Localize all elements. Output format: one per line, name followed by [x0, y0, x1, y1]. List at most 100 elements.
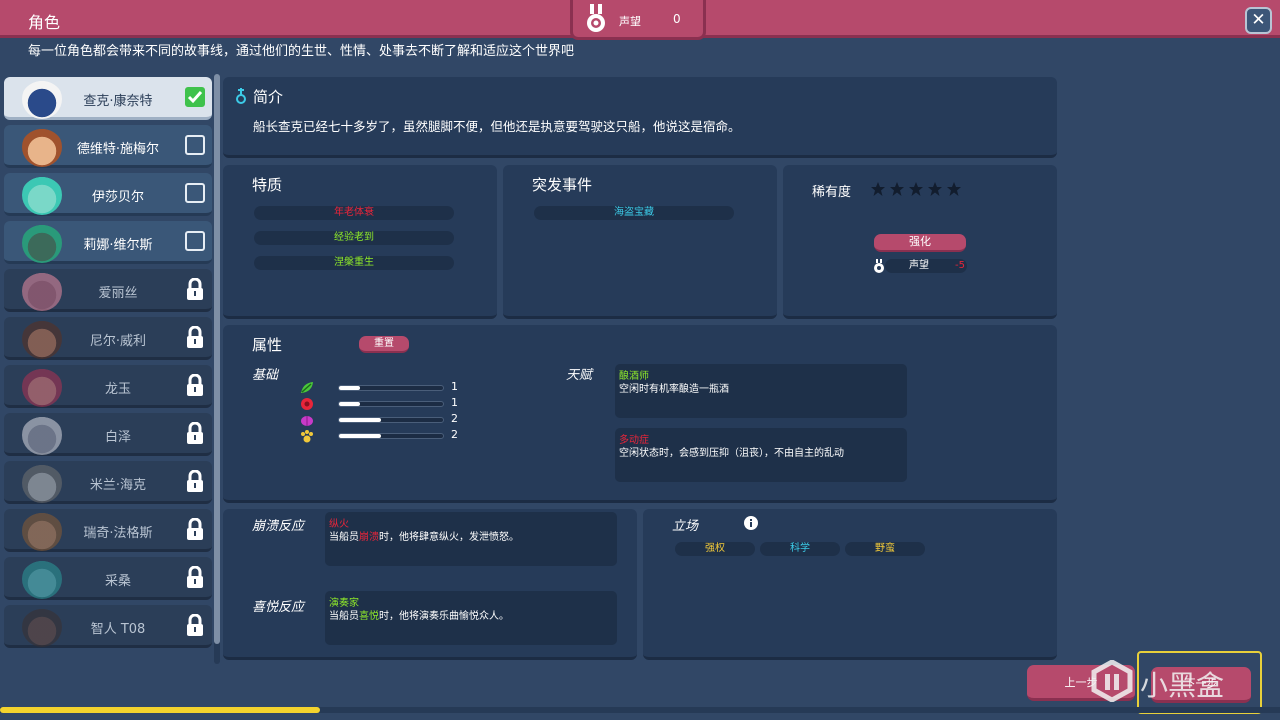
character-avatar	[22, 319, 62, 359]
character-list-scrollbar[interactable]	[214, 74, 220, 664]
upgrade-button[interactable]: 强化	[874, 234, 966, 252]
watermark-text: 小黑盒	[1140, 669, 1225, 702]
character-name: 米兰·海克	[89, 478, 147, 493]
stat-row: 2	[296, 412, 476, 427]
stance-pill[interactable]: 野蛮	[845, 542, 925, 556]
rarity-star-icon	[890, 182, 904, 196]
character-name: 智人 T08	[90, 622, 146, 637]
character-name: 伊莎贝尔	[91, 190, 144, 205]
character-item[interactable]: 爱丽丝	[4, 269, 212, 312]
close-button[interactable]: ✕	[1245, 7, 1272, 34]
upgrade-cost-label: 声望	[909, 260, 929, 271]
stat-value: 1	[451, 396, 458, 409]
events-title: 突发事件	[532, 176, 593, 194]
character-avatar	[22, 79, 62, 119]
character-item[interactable]: 莉娜·维尔斯	[4, 221, 212, 264]
stat-value: 1	[451, 380, 458, 393]
stat-bar-fill	[339, 386, 360, 390]
rarity-star-icon	[909, 182, 923, 196]
character-name: 爱丽丝	[98, 286, 138, 301]
character-name: 龙玉	[104, 382, 131, 397]
rarity-star-icon	[871, 182, 885, 196]
character-item[interactable]: 查克·康奈特	[4, 77, 212, 120]
scrollbar-thumb[interactable]	[214, 74, 220, 644]
event-pill[interactable]: 海盗宝藏	[534, 206, 734, 220]
stat-bar-fill	[339, 434, 381, 438]
character-item[interactable]: 智人 T08	[4, 605, 212, 648]
character-name: 莉娜·维尔斯	[83, 238, 153, 253]
character-checkbox[interactable]	[185, 231, 205, 251]
stat-value: 2	[451, 428, 458, 441]
character-item[interactable]: 米兰·海克	[4, 461, 212, 504]
reputation-value: 0	[673, 12, 681, 26]
lock-icon	[187, 326, 203, 348]
stat-row: 1	[296, 380, 476, 395]
trait-pill[interactable]: 经验老到	[254, 231, 454, 245]
traits-panel: 特质 年老体衰 经验老到 涅槃重生	[223, 165, 497, 319]
upgrade-cost: 声望 -5	[885, 259, 967, 273]
lock-icon	[187, 422, 203, 444]
joy-keyword: 喜悦	[359, 611, 379, 622]
talent-card[interactable]: 酿酒师 空闲时有机率酿造一瓶酒	[615, 364, 907, 418]
character-item[interactable]: 龙玉	[4, 365, 212, 408]
watermark-logo: 小黑盒	[1088, 658, 1248, 704]
character-avatar	[22, 559, 62, 599]
character-item[interactable]: 伊莎贝尔	[4, 173, 212, 216]
stat-row: 2	[296, 428, 476, 443]
character-item[interactable]: 采桑	[4, 557, 212, 600]
intro-title: 简介	[253, 88, 284, 106]
medal-icon	[874, 259, 884, 273]
character-avatar	[22, 463, 62, 503]
stat-row: 1	[296, 396, 476, 411]
character-checkbox[interactable]	[185, 135, 205, 155]
reset-label: 重置	[374, 338, 394, 349]
character-avatar	[22, 511, 62, 551]
stance-panel: 立场 强权 科学 野蛮	[643, 509, 1057, 660]
close-icon: ✕	[1251, 10, 1266, 30]
attributes-panel: 属性 重置 基础 天赋 1 1 2 2 酿酒师 空闲时有机率酿造一瓶酒 多动症 空闲状态时，…	[223, 325, 1057, 503]
stance-pill[interactable]: 强权	[675, 542, 755, 556]
stat-value: 2	[451, 412, 458, 425]
breakdown-label: 崩溃反应	[252, 519, 305, 534]
watermark-icon	[1091, 660, 1133, 702]
character-item[interactable]: 尼尔·威利	[4, 317, 212, 360]
breakdown-card: 纵火 当船员崩溃时，他将肆意纵火，发泄愤怒。	[325, 512, 617, 566]
talent-card[interactable]: 多动症 空闲状态时，会感到压抑（沮丧），不由自主的乱动	[615, 428, 907, 482]
lock-icon	[187, 614, 203, 636]
medal-icon	[587, 4, 605, 32]
stat-bar	[338, 417, 444, 423]
talent-desc: 空闲时有机率酿造一瓶酒	[619, 384, 729, 395]
loading-progress	[0, 707, 1280, 713]
trait-pill[interactable]: 涅槃重生	[254, 256, 454, 270]
character-checkbox[interactable]	[185, 183, 205, 203]
info-icon[interactable]	[744, 516, 758, 530]
joy-desc: 当船员喜悦时，他将演奏乐曲愉悦众人。	[329, 607, 509, 622]
subtitle: 每一位角色都会带来不同的故事线，通过他们的生世、性情、处事去不断了解和适应这个世…	[28, 44, 575, 59]
character-name: 查克·康奈特	[83, 94, 153, 109]
breakdown-desc-post: 时，他将肆意纵火，发泄愤怒。	[379, 532, 519, 543]
lock-icon	[187, 518, 203, 540]
character-name: 采桑	[104, 574, 131, 589]
info-drop-icon	[236, 88, 246, 104]
joy-label: 喜悦反应	[252, 600, 305, 615]
attributes-title: 属性	[252, 336, 283, 354]
check-icon	[187, 91, 203, 104]
stance-title: 立场	[672, 519, 699, 534]
joy-desc-pre: 当船员	[329, 611, 359, 622]
reset-button[interactable]: 重置	[359, 336, 409, 353]
character-checkbox[interactable]	[185, 87, 205, 107]
rarity-panel: 稀有度 强化 声望 -5	[783, 165, 1057, 319]
reactions-panel: 崩溃反应 纵火 当船员崩溃时，他将肆意纵火，发泄愤怒。 喜悦反应 演奏家 当船员…	[223, 509, 637, 660]
trait-pill[interactable]: 年老体衰	[254, 206, 454, 220]
character-item[interactable]: 白泽	[4, 413, 212, 456]
joy-desc-post: 时，他将演奏乐曲愉悦众人。	[379, 611, 509, 622]
stance-pill[interactable]: 科学	[760, 542, 840, 556]
character-avatar	[22, 223, 62, 263]
stat-bar	[338, 433, 444, 439]
intro-text: 船长查克已经七十多岁了，虽然腿脚不便，但他还是执意要驾驶这只船，他说这是宿命。	[253, 119, 741, 134]
green-leaf-icon	[301, 382, 313, 393]
rarity-star-icon	[928, 182, 942, 196]
breakdown-desc: 当船员崩溃时，他将肆意纵火，发泄愤怒。	[329, 528, 519, 543]
character-item[interactable]: 德维特·施梅尔	[4, 125, 212, 168]
character-item[interactable]: 瑞奇·法格斯	[4, 509, 212, 552]
